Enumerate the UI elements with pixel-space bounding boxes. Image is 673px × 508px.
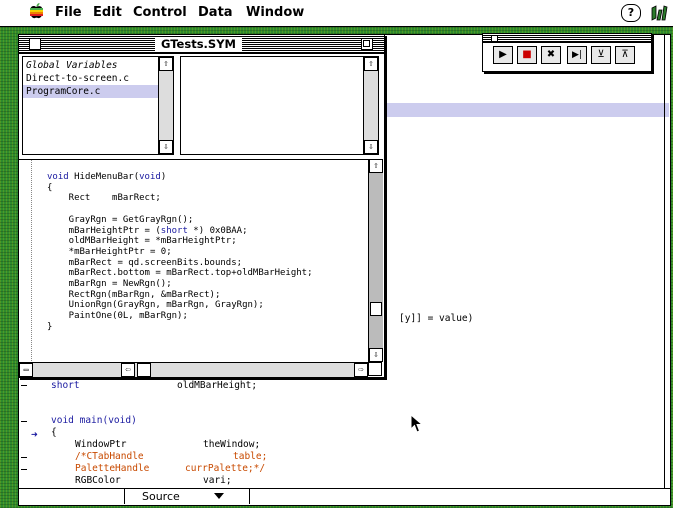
split-icon[interactable]: ▭	[19, 363, 33, 377]
var-type: RGBColor	[75, 475, 121, 486]
current-line-highlight	[379, 103, 669, 117]
gutter-mark[interactable]	[21, 385, 27, 386]
file-list-scrollbar[interactable]: ⇧ ⇩	[158, 57, 173, 154]
grow-box-icon[interactable]	[368, 362, 382, 376]
scroll-up-icon[interactable]: ⇧	[364, 57, 378, 71]
palette-titlebar[interactable]	[483, 34, 651, 43]
menu-data[interactable]: Data	[198, 5, 233, 20]
stop-icon: ■	[522, 49, 532, 60]
menu-edit[interactable]: Edit	[93, 5, 122, 20]
kill-icon: ✖	[546, 49, 556, 60]
go-icon: ▶	[499, 49, 507, 60]
close-box-icon[interactable]	[491, 35, 498, 42]
scroll-thumb[interactable]	[370, 302, 382, 316]
scroll-left-icon[interactable]: ⇦	[121, 363, 135, 377]
gutter-mark[interactable]	[21, 421, 27, 422]
source-hscrollbar[interactable]: ▭ ⇦ ⇨	[19, 362, 368, 377]
var-type: PaletteHandle	[75, 463, 150, 474]
source-scrollbar[interactable]: ⇧ ⇩	[368, 159, 383, 362]
menu-bar: File Edit Control Data Window ?	[0, 0, 673, 27]
step-over-icon: ⊻	[597, 49, 605, 60]
step-out-icon: ⊼	[621, 49, 629, 60]
window-title: GTests.SYM	[155, 37, 242, 51]
mouse-pointer-icon	[410, 414, 424, 433]
var-name: table;	[233, 451, 268, 462]
decl-name: oldMBarHeight;	[177, 380, 258, 391]
code-line: Rect mBarRect;	[47, 193, 161, 204]
code-line: void HideMenuBar(void)	[47, 172, 167, 182]
source-popup-label: Source	[142, 490, 180, 503]
scroll-down-icon[interactable]: ⇩	[369, 348, 383, 362]
code-line: PaintOne(0L, mBarRgn);	[47, 311, 188, 322]
function-list-scrollbar[interactable]: ⇧ ⇩	[363, 57, 378, 154]
scroll-up-icon[interactable]: ⇧	[159, 57, 173, 71]
step-into-button[interactable]: ▶|	[567, 46, 587, 64]
open-brace: {	[51, 427, 57, 438]
popup-triangle-icon	[214, 493, 224, 499]
list-item[interactable]: ProgramCore.c	[23, 85, 158, 98]
step-into-icon: ▶|	[572, 50, 582, 60]
sym-browser-window: GTests.SYM Global Variables Direct-to-sc…	[18, 34, 385, 378]
help-icon[interactable]: ?	[621, 4, 641, 22]
editor-status-bar: Source	[19, 488, 670, 505]
go-button[interactable]: ▶	[493, 46, 513, 64]
control-palette: ▶ ■ ✖ ▶| ⊻ ⊼	[482, 33, 652, 72]
gutter-mark[interactable]	[21, 457, 27, 458]
scroll-down-icon[interactable]: ⇩	[364, 140, 378, 154]
stop-button[interactable]: ■	[517, 46, 537, 64]
decl-type: short	[51, 380, 80, 391]
current-pc-arrow-icon: ➜	[31, 428, 38, 441]
var-name: vari;	[203, 475, 232, 486]
function-list-pane: ⇧ ⇩	[180, 56, 379, 155]
var-name: currPalette;*/	[185, 463, 266, 474]
scroll-down-icon[interactable]: ⇩	[159, 140, 173, 154]
source-code-pane: void HideMenuBar(void){ Rect mBarRect; G…	[19, 159, 369, 364]
close-box-icon[interactable]	[29, 38, 41, 50]
var-type: /*CTabHandle	[75, 451, 144, 462]
debugger-app-icon[interactable]	[650, 4, 668, 22]
kill-button[interactable]: ✖	[541, 46, 561, 64]
step-out-button[interactable]: ⊼	[615, 46, 635, 64]
apple-menu-icon[interactable]	[28, 2, 44, 20]
window-divider	[664, 35, 665, 505]
main-signature: void main(void)	[51, 415, 137, 426]
hscroll-thumb[interactable]	[137, 363, 151, 377]
gutter-mark[interactable]	[21, 469, 27, 470]
list-item[interactable]: Direct-to-screen.c	[26, 72, 129, 85]
source-popup-menu[interactable]: Source	[124, 489, 250, 504]
var-name: theWindow;	[203, 439, 261, 450]
scroll-up-icon[interactable]: ⇧	[369, 159, 383, 173]
breakpoint-gutter[interactable]	[19, 160, 32, 363]
file-list-pane: Global Variables Direct-to-screen.c Prog…	[22, 56, 174, 155]
menu-file[interactable]: File	[55, 5, 82, 20]
menu-window[interactable]: Window	[246, 5, 304, 20]
list-item[interactable]: Global Variables	[26, 59, 118, 72]
var-type: WindowPtr	[75, 439, 127, 450]
code-fragment: [y]] = value)	[399, 313, 474, 324]
sym-window-titlebar[interactable]: GTests.SYM	[19, 35, 384, 54]
zoom-box-icon[interactable]	[361, 38, 373, 50]
step-over-button[interactable]: ⊻	[591, 46, 611, 64]
scroll-right-icon[interactable]: ⇨	[354, 363, 368, 377]
code-line: }	[47, 321, 53, 332]
menu-control[interactable]: Control	[133, 5, 187, 20]
